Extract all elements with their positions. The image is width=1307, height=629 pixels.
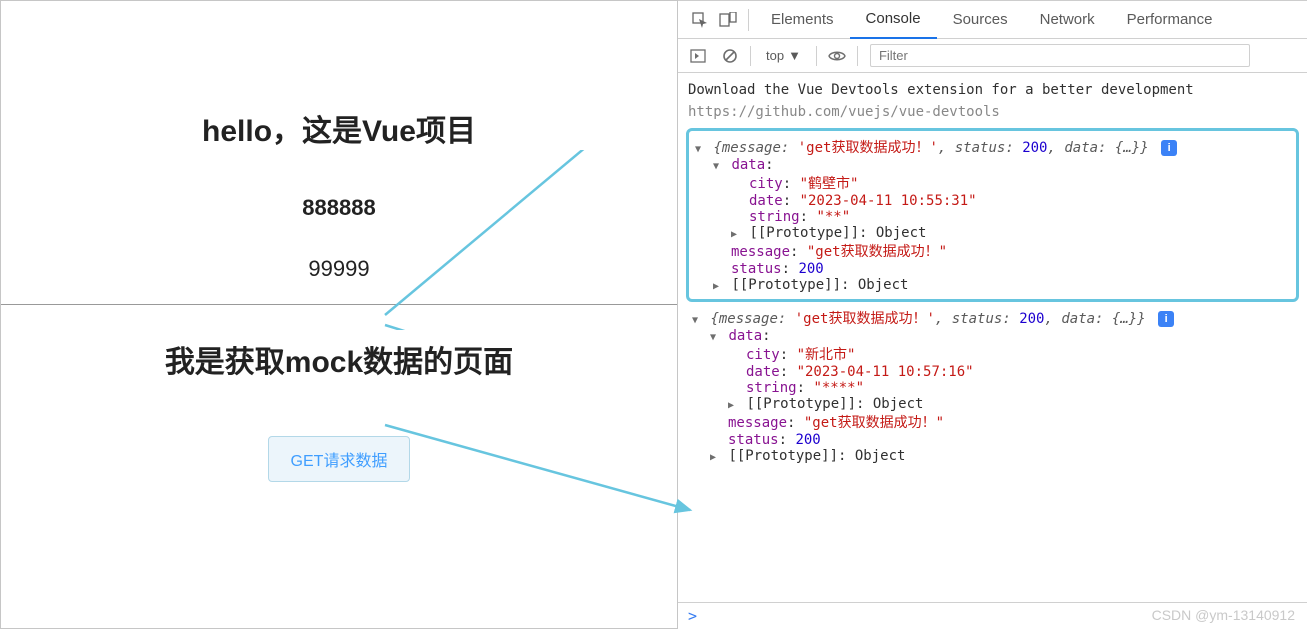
separator — [816, 46, 817, 66]
page-title: hello，这是Vue项目 — [202, 106, 476, 150]
clear-console-icon[interactable] — [718, 44, 742, 68]
object-prop: date: "2023-04-11 10:55:31" — [749, 193, 1290, 209]
console-toolbar: top ▼ — [678, 39, 1307, 73]
eye-icon[interactable] — [825, 44, 849, 68]
object-prop: status: 200 — [728, 432, 1293, 448]
info-icon[interactable]: i — [1158, 311, 1174, 327]
object-proto[interactable]: [[Prototype]]: Object — [728, 396, 1293, 412]
watermark: CSDN @ym-13140912 — [1152, 607, 1295, 623]
caret-right-icon[interactable] — [713, 277, 723, 293]
object-prop[interactable]: data: — [710, 328, 1293, 344]
number-plain: 99999 — [308, 256, 369, 282]
tab-elements[interactable]: Elements — [755, 1, 850, 39]
object-prop[interactable]: data: — [713, 157, 1290, 173]
object-prop: string: "****" — [746, 380, 1293, 396]
get-request-button[interactable]: GET请求数据 — [268, 436, 411, 482]
separator — [750, 46, 751, 66]
console-object: {message: 'get获取数据成功！', status: 200, dat… — [686, 306, 1299, 466]
console-banner-link[interactable]: https://github.com/vuejs/vue-devtools — [678, 101, 1307, 123]
caret-down-icon[interactable] — [713, 157, 723, 173]
tab-performance[interactable]: Performance — [1111, 1, 1229, 39]
sidebar-toggle-icon[interactable] — [686, 44, 710, 68]
object-summary[interactable]: {message: 'get获取数据成功！', status: 200, dat… — [692, 308, 1293, 328]
caret-right-icon[interactable] — [710, 448, 720, 464]
object-prop: status: 200 — [731, 261, 1290, 277]
devtools-tabbar: Elements Console Sources Network Perform… — [678, 1, 1307, 39]
object-proto[interactable]: [[Prototype]]: Object — [731, 225, 1290, 241]
context-label: top — [766, 48, 784, 63]
console-object-highlight: {message: 'get获取数据成功！', status: 200, dat… — [686, 128, 1299, 302]
console-output: Download the Vue Devtools extension for … — [678, 73, 1307, 602]
app-viewport: hello，这是Vue项目 888888 99999 我是获取mock数据的页面… — [0, 0, 678, 629]
separator — [857, 46, 858, 66]
caret-right-icon[interactable] — [728, 396, 738, 412]
filter-input[interactable] — [870, 44, 1250, 67]
object-prop: city: "鹤壁市" — [749, 173, 1290, 193]
caret-down-icon[interactable] — [710, 328, 720, 344]
object-prop: message: "get获取数据成功！" — [728, 412, 1293, 432]
tab-console[interactable]: Console — [850, 1, 937, 39]
caret-down-icon[interactable] — [692, 311, 702, 327]
info-icon[interactable]: i — [1161, 140, 1177, 156]
object-prop: city: "新北市" — [746, 344, 1293, 364]
caret-down-icon[interactable] — [695, 140, 705, 156]
chevron-down-icon: ▼ — [788, 48, 801, 63]
object-summary[interactable]: {message: 'get获取数据成功！', status: 200, dat… — [695, 137, 1290, 157]
tab-network[interactable]: Network — [1024, 1, 1111, 39]
devtools-panel: Elements Console Sources Network Perform… — [678, 0, 1307, 629]
object-proto[interactable]: [[Prototype]]: Object — [710, 448, 1293, 464]
object-proto[interactable]: [[Prototype]]: Object — [713, 277, 1290, 293]
tab-sources[interactable]: Sources — [937, 1, 1024, 39]
divider — [1, 304, 677, 305]
object-prop: message: "get获取数据成功！" — [731, 241, 1290, 261]
number-bold: 888888 — [302, 195, 375, 221]
separator — [748, 9, 749, 31]
caret-right-icon[interactable] — [731, 225, 741, 241]
object-prop: date: "2023-04-11 10:57:16" — [746, 364, 1293, 380]
inspect-icon[interactable] — [686, 6, 714, 34]
console-banner-line: Download the Vue Devtools extension for … — [678, 79, 1307, 101]
context-selector[interactable]: top ▼ — [759, 45, 808, 66]
section-title: 我是获取mock数据的页面 — [165, 337, 513, 381]
device-toggle-icon[interactable] — [714, 6, 742, 34]
object-prop: string: "**" — [749, 209, 1290, 225]
